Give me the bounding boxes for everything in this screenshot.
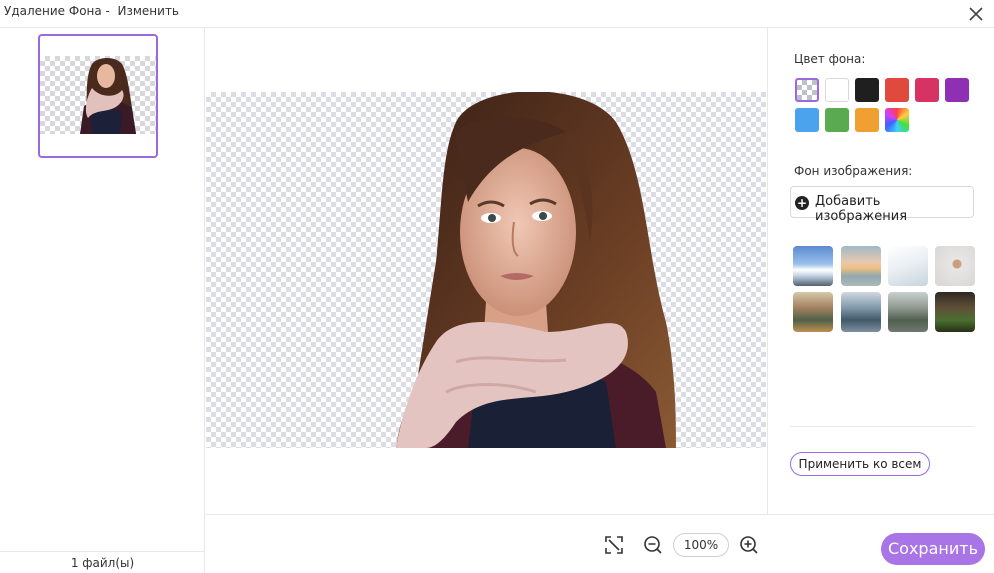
color-swatch-green[interactable]	[825, 108, 849, 132]
zoom-level[interactable]: 100%	[673, 533, 729, 557]
thumbnail-image	[40, 56, 156, 134]
bg-image-office-gray[interactable]	[888, 292, 928, 332]
zoom-in-icon	[740, 536, 758, 554]
color-swatch-purple[interactable]	[945, 78, 969, 102]
title-bar: Удаление Фона - Изменить	[0, 0, 994, 28]
bg-image-office-blue[interactable]	[841, 292, 881, 332]
background-removal-window: Удаление Фона - Изменить 1 файл(ы) Цвет …	[0, 0, 994, 573]
fit-screen-icon	[605, 536, 623, 554]
color-swatch-crimson[interactable]	[915, 78, 939, 102]
bg-image-minimal-wall[interactable]	[935, 246, 975, 286]
divider	[790, 426, 974, 427]
color-swatch-red[interactable]	[885, 78, 909, 102]
bg-image-label: Фон изображения:	[794, 164, 913, 178]
window-title: Удаление Фона - Изменить	[4, 4, 180, 18]
file-count: 1 файл(ы)	[0, 551, 205, 573]
file-list-panel: 1 файл(ы)	[0, 28, 205, 573]
color-swatch-transparent[interactable]	[795, 78, 819, 102]
apply-to-all-button[interactable]: Применить ко всем	[790, 452, 930, 476]
bg-color-label: Цвет фона:	[794, 52, 866, 66]
preview-image[interactable]	[206, 92, 766, 448]
settings-panel: Цвет фона: Фон изображения: + Добавить и…	[767, 28, 994, 514]
add-image-label: Добавить изображения	[815, 194, 908, 224]
bg-image-sunset-beach[interactable]	[841, 246, 881, 286]
fit-screen-button[interactable]	[603, 534, 625, 556]
bottom-toolbar: 100% Сохранить	[206, 514, 994, 573]
bg-image-office-warm[interactable]	[793, 292, 833, 332]
color-swatch-blue[interactable]	[795, 108, 819, 132]
color-swatch-orange[interactable]	[855, 108, 879, 132]
color-swatch-white[interactable]	[825, 78, 849, 102]
bg-image-plants-dark[interactable]	[935, 292, 975, 332]
file-thumbnail[interactable]	[38, 34, 158, 158]
add-image-button[interactable]: + Добавить изображения	[790, 186, 974, 224]
save-button[interactable]: Сохранить	[881, 533, 985, 565]
bg-image-mountains[interactable]	[793, 246, 833, 286]
zoom-in-button[interactable]	[738, 534, 760, 556]
close-icon	[969, 7, 983, 21]
zoom-out-button[interactable]	[642, 534, 664, 556]
color-swatch-custom[interactable]	[885, 108, 909, 132]
preview-canvas	[206, 28, 766, 514]
bg-image-white-room[interactable]	[888, 246, 928, 286]
close-button[interactable]	[966, 4, 986, 24]
zoom-out-icon	[644, 536, 662, 554]
color-swatch-black[interactable]	[855, 78, 879, 102]
plus-circle-icon: +	[795, 196, 809, 210]
